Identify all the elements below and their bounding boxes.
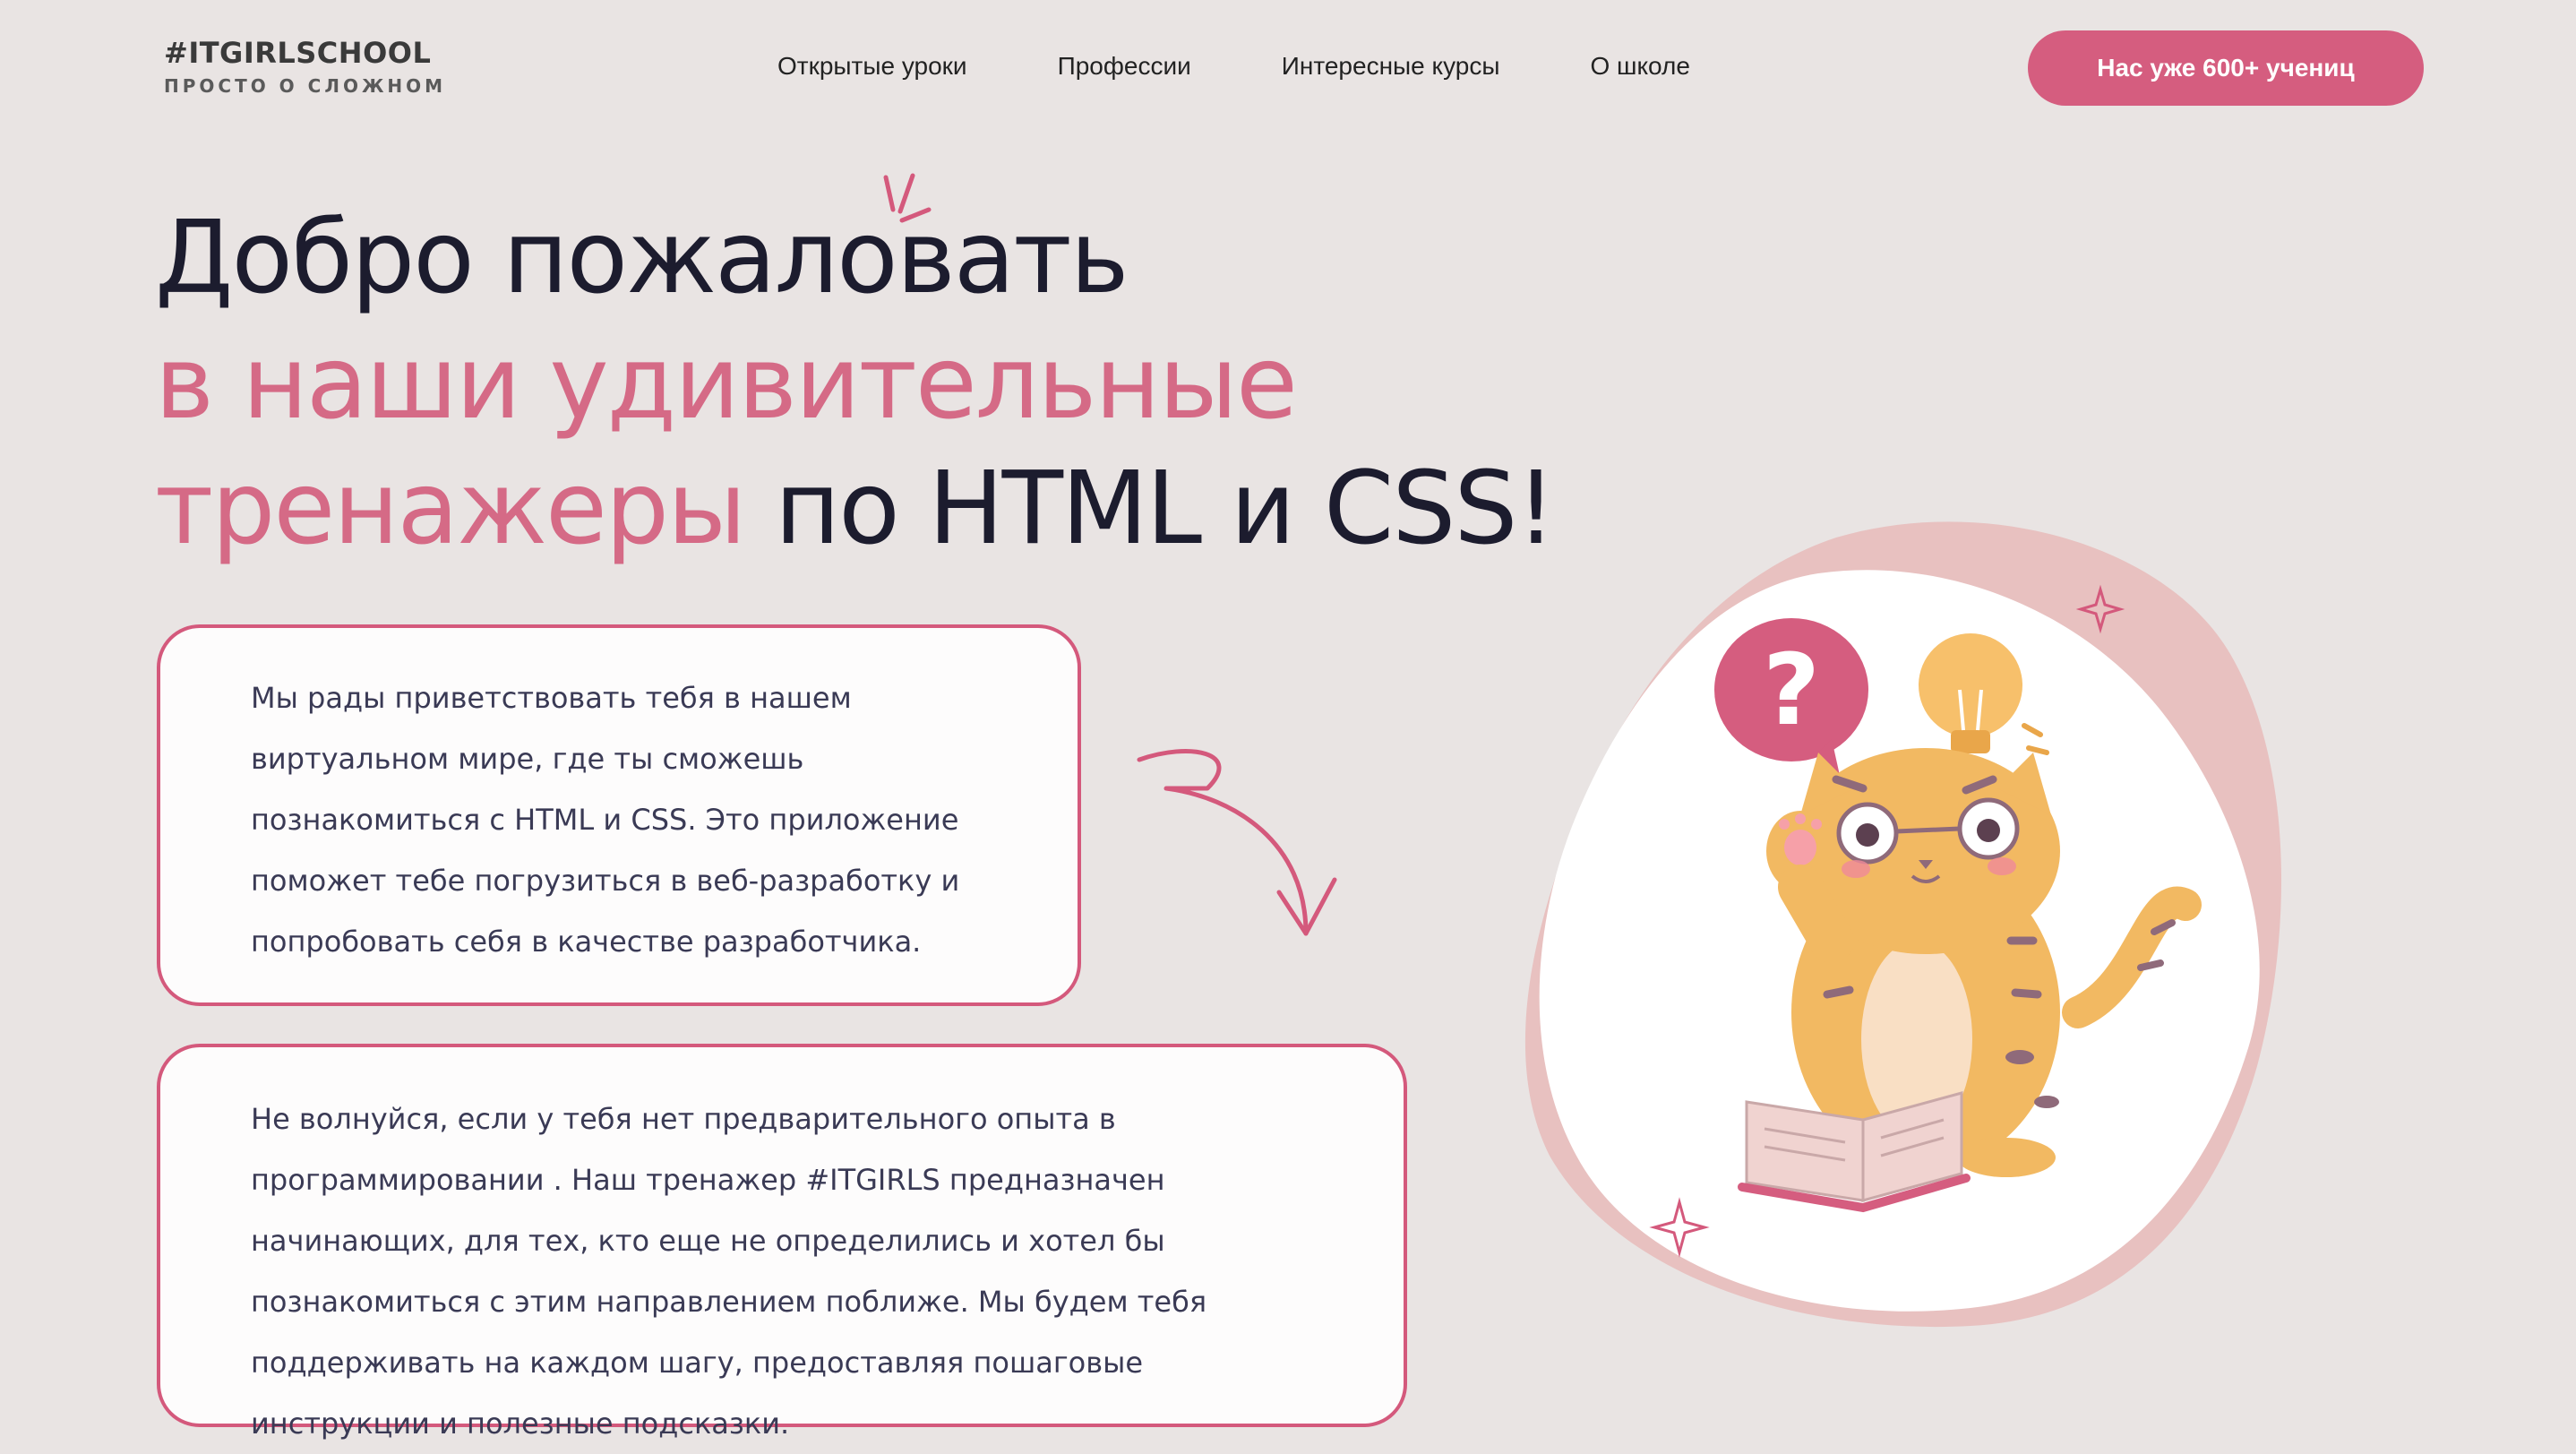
students-count-button[interactable]: Нас уже 600+ учениц (2028, 30, 2424, 106)
nav-open-lessons[interactable]: Открытые уроки (777, 52, 967, 81)
hero-line-3: тренажеры по HTML и CSS! (155, 446, 1556, 572)
nav-professions[interactable]: Профессии (1058, 52, 1191, 81)
welcome-text: Мы рады приветствовать тебя в нашем вирт… (251, 681, 960, 959)
hero-line-2: в наши удивительные (155, 325, 1298, 442)
nav-courses[interactable]: Интересные курсы (1282, 52, 1500, 81)
hero-line-3-highlight: тренажеры (155, 451, 746, 567)
hero-line-1: Добро пожаловать (155, 200, 1129, 316)
illustration: ? (1524, 521, 2282, 1328)
reassure-text: Не волнуйся, если у тебя нет предварител… (251, 1102, 1207, 1441)
question-mark: ? (1763, 632, 1820, 747)
logo-subtitle: ПРОСТО О СЛОЖНОМ (164, 75, 447, 97)
logo[interactable]: #ITGIRLSCHOOL ПРОСТО О СЛОЖНОМ (164, 36, 446, 97)
page-title: Добро пожаловать в наши удивительные тре… (155, 195, 1556, 572)
main-nav: Открытые уроки Профессии Интересные курс… (777, 52, 1781, 81)
welcome-card: Мы рады приветствовать тебя в нашем вирт… (157, 624, 1081, 1006)
curved-arrow-icon (1137, 749, 1337, 936)
hero-line-3-rest: по HTML и CSS! (744, 451, 1556, 567)
nav-about[interactable]: О школе (1590, 52, 1689, 81)
accent-dashes-icon (883, 173, 932, 223)
logo-title: #ITGIRLSCHOOL (164, 36, 432, 70)
reassure-card: Не волнуйся, если у тебя нет предварител… (157, 1044, 1407, 1441)
